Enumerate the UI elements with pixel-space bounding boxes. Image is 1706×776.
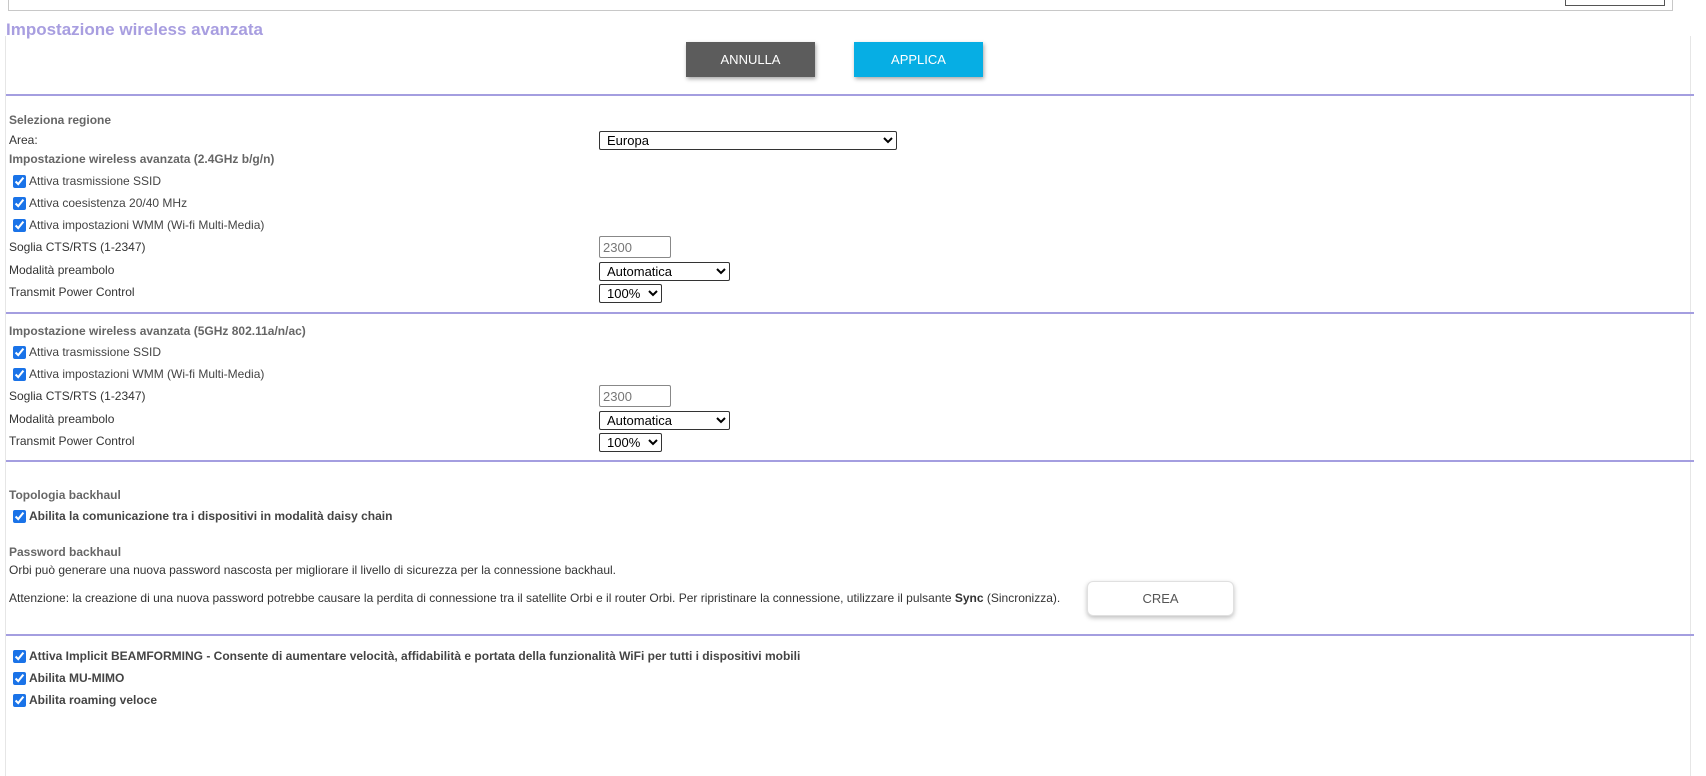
backhaul-warning-text: Attenzione: la creazione di una nuova pa… — [9, 591, 955, 605]
band5-ssid-broadcast-label: Attiva trasmissione SSID — [29, 345, 162, 359]
band5-ssid-broadcast-option[interactable]: Attiva trasmissione SSID — [13, 344, 161, 360]
backhaul-password-heading: Password backhaul — [9, 545, 122, 559]
mumimo-label: Abilita MU-MIMO — [29, 671, 125, 685]
region-heading: Seleziona regione — [9, 113, 112, 127]
band5-wmm-option[interactable]: Attiva impostazioni WMM (Wi-fi Multi-Med… — [13, 366, 264, 382]
create-password-button[interactable]: CREA — [1087, 581, 1234, 616]
band5-ssid-broadcast-checkbox[interactable] — [13, 345, 26, 359]
band5-power-label: Transmit Power Control — [9, 434, 135, 448]
page-title: Impostazione wireless avanzata — [6, 20, 263, 39]
daisy-chain-option[interactable]: Abilita la comunicazione tra i dispositi… — [13, 508, 392, 524]
top-button-edge[interactable] — [1565, 0, 1665, 6]
cancel-button[interactable]: ANNULLA — [686, 42, 815, 77]
separator — [6, 312, 1694, 314]
backhaul-warning-tail: (Sincronizza). — [983, 591, 1061, 605]
area-label: Area: — [9, 133, 38, 147]
fast-roaming-label: Abilita roaming veloce — [29, 693, 158, 707]
band24-power-select[interactable]: 100% — [599, 284, 662, 303]
band5-heading: Impostazione wireless avanzata (5GHz 802… — [9, 324, 306, 338]
band5-preamble-label: Modalità preambolo — [9, 412, 115, 426]
area-select[interactable]: Europa — [599, 131, 897, 150]
backhaul-password-info: Orbi può generare una nuova password nas… — [9, 563, 617, 577]
band24-coexistence-option[interactable]: Attiva coesistenza 20/40 MHz — [13, 195, 187, 211]
band5-power-select[interactable]: 100% — [599, 433, 662, 452]
mumimo-checkbox[interactable] — [13, 671, 26, 685]
daisy-chain-checkbox[interactable] — [13, 509, 26, 523]
beamforming-label: Attiva Implicit BEAMFORMING - Consente d… — [29, 649, 801, 663]
top-frame — [8, 0, 1673, 11]
band24-coexistence-checkbox[interactable] — [13, 196, 26, 210]
band24-wmm-option[interactable]: Attiva impostazioni WMM (Wi-fi Multi-Med… — [13, 217, 264, 233]
band24-wmm-checkbox[interactable] — [13, 218, 26, 232]
band24-power-label: Transmit Power Control — [9, 285, 135, 299]
beamforming-checkbox[interactable] — [13, 649, 26, 663]
beamforming-option[interactable]: Attiva Implicit BEAMFORMING - Consente d… — [13, 648, 800, 664]
band5-wmm-label: Attiva impostazioni WMM (Wi-fi Multi-Med… — [29, 367, 265, 381]
band24-preamble-select[interactable]: Automatica — [599, 262, 730, 281]
band5-cts-input[interactable] — [599, 385, 671, 407]
separator — [6, 460, 1694, 462]
band24-ssid-broadcast-checkbox[interactable] — [13, 174, 26, 188]
separator — [6, 94, 1694, 96]
fast-roaming-option[interactable]: Abilita roaming veloce — [13, 692, 157, 708]
apply-button[interactable]: APPLICA — [854, 42, 983, 77]
sync-keyword: Sync — [954, 591, 984, 605]
band5-wmm-checkbox[interactable] — [13, 367, 26, 381]
band5-cts-label: Soglia CTS/RTS (1-2347) — [9, 389, 146, 403]
band5-preamble-select[interactable]: Automatica — [599, 411, 730, 430]
fast-roaming-checkbox[interactable] — [13, 693, 26, 707]
band24-ssid-broadcast-option[interactable]: Attiva trasmissione SSID — [13, 173, 161, 189]
band24-cts-input[interactable] — [599, 236, 671, 258]
band24-ssid-broadcast-label: Attiva trasmissione SSID — [29, 174, 162, 188]
band24-coexistence-label: Attiva coesistenza 20/40 MHz — [29, 196, 188, 210]
band24-preamble-label: Modalità preambolo — [9, 263, 115, 277]
band24-cts-label: Soglia CTS/RTS (1-2347) — [9, 240, 146, 254]
band24-wmm-label: Attiva impostazioni WMM (Wi-fi Multi-Med… — [29, 218, 265, 232]
daisy-chain-label: Abilita la comunicazione tra i dispositi… — [29, 509, 393, 523]
mumimo-option[interactable]: Abilita MU-MIMO — [13, 670, 124, 686]
separator — [6, 634, 1694, 636]
backhaul-warning: Attenzione: la creazione di una nuova pa… — [9, 591, 1060, 605]
band24-heading: Impostazione wireless avanzata (2.4GHz b… — [9, 152, 275, 166]
backhaul-topology-heading: Topologia backhaul — [9, 488, 121, 502]
